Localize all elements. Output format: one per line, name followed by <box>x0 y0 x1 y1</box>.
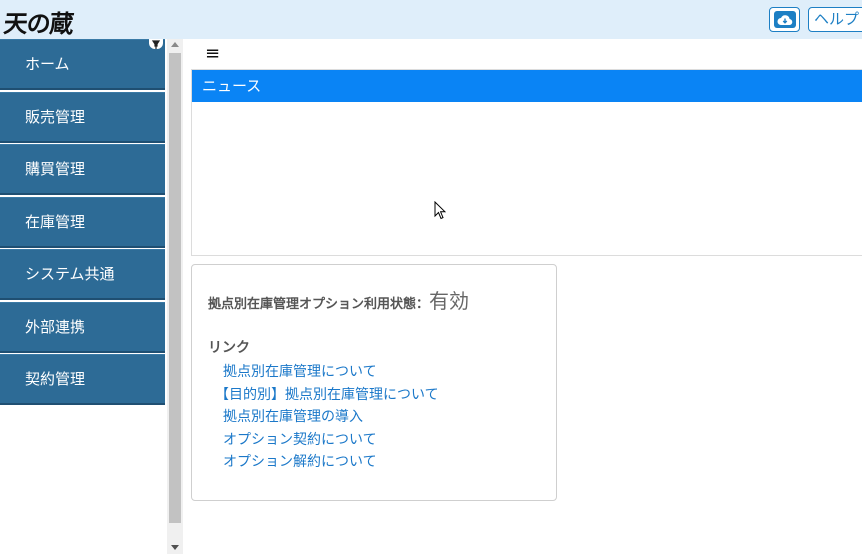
app-logo[interactable]: 天の蔵 <box>2 4 75 39</box>
sidebar-item-system-common[interactable]: システム共通 <box>0 249 165 300</box>
sidebar-item-purchasing[interactable]: 購買管理 <box>0 144 165 195</box>
option-status-label: 拠点別在庫管理オプション利用状態： <box>208 297 430 312</box>
option-info-card: 拠点別在庫管理オプション利用状態：有効 リンク 拠点別在庫管理について 【目的別… <box>191 264 557 501</box>
sidebar: ホーム 販売管理 購買管理 在庫管理 システム共通 外部連携 契約管理 <box>0 39 167 554</box>
pin-icon[interactable] <box>149 39 163 49</box>
sidebar-item-home[interactable]: ホーム <box>0 39 165 90</box>
link-option-contract[interactable]: オプション契約について <box>223 429 377 449</box>
sidebar-scrollbar[interactable] <box>167 39 183 554</box>
mouse-pointer-icon <box>434 200 447 224</box>
link-site-inventory-setup[interactable]: 拠点別在庫管理の導入 <box>223 406 363 426</box>
link-purpose-site-inventory[interactable]: 【目的別】拠点別在庫管理について <box>215 384 439 404</box>
help-button[interactable]: ヘルプ <box>808 7 862 32</box>
news-panel: ニュース <box>191 69 862 256</box>
sidebar-item-contract[interactable]: 契約管理 <box>0 354 165 405</box>
scroll-down-icon[interactable] <box>171 545 179 550</box>
top-bar: 天の蔵 ヘルプ <box>0 0 862 39</box>
news-title: ニュース <box>192 70 862 102</box>
cloud-download-icon <box>773 11 796 28</box>
scroll-up-icon[interactable] <box>171 42 179 47</box>
sidebar-item-sales[interactable]: 販売管理 <box>0 92 165 143</box>
option-status: 拠点別在庫管理オプション利用状態：有効 <box>208 285 469 314</box>
link-about-site-inventory[interactable]: 拠点別在庫管理について <box>223 361 377 381</box>
cloud-download-button[interactable] <box>769 7 800 32</box>
option-status-value: 有効 <box>429 289 470 313</box>
link-option-cancellation[interactable]: オプション解約について <box>223 451 377 471</box>
sidebar-item-inventory[interactable]: 在庫管理 <box>0 197 165 248</box>
scrollbar-thumb[interactable] <box>169 53 181 523</box>
menu-toggle-icon[interactable]: ≡ <box>205 44 220 64</box>
links-heading: リンク <box>208 340 250 356</box>
sidebar-item-external-integration[interactable]: 外部連携 <box>0 302 165 353</box>
